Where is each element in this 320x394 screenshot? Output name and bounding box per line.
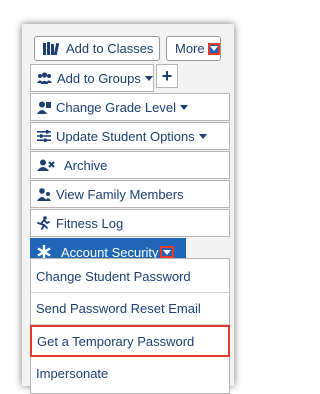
- family-icon: [37, 187, 51, 201]
- send-password-reset-email-item[interactable]: Send Password Reset Email: [31, 293, 229, 325]
- update-student-options-label: Update Student Options: [56, 128, 195, 144]
- chevron-down-icon[interactable]: [159, 246, 174, 258]
- more-button[interactable]: More: [166, 36, 221, 61]
- archive-button[interactable]: Archive: [30, 151, 230, 179]
- view-family-members-label: View Family Members: [56, 186, 184, 202]
- fitness-log-label: Fitness Log: [56, 215, 124, 231]
- caret-down-icon: [179, 104, 188, 110]
- get-temporary-password-item[interactable]: Get a Temporary Password: [30, 325, 230, 357]
- add-to-classes-label: Add to Classes: [66, 41, 154, 56]
- add-to-groups-label: Add to Groups: [57, 70, 141, 86]
- actions-menu: Add to Groups Change Grade Level Update …: [30, 64, 230, 267]
- view-family-members-button[interactable]: View Family Members: [30, 180, 230, 208]
- add-to-classes-button[interactable]: Add to Classes: [34, 36, 160, 61]
- chevron-down-icon[interactable]: [207, 42, 220, 55]
- caret-down-icon: [144, 75, 153, 81]
- add-to-groups-button[interactable]: Add to Groups: [30, 64, 154, 92]
- fitness-log-button[interactable]: Fitness Log: [30, 209, 230, 237]
- running-icon: [37, 216, 51, 230]
- user-x-icon: [37, 159, 55, 171]
- caret-down-icon: [198, 133, 207, 139]
- more-label: More: [175, 41, 205, 56]
- person-card-icon: [37, 101, 51, 114]
- asterisk-icon: [37, 245, 51, 259]
- impersonate-item[interactable]: Impersonate: [31, 357, 229, 389]
- account-security-submenu: Change Student Password Send Password Re…: [30, 258, 230, 394]
- change-student-password-item[interactable]: Change Student Password: [31, 261, 229, 293]
- top-button-row: Add to Classes More: [34, 36, 221, 61]
- archive-label: Archive: [64, 157, 108, 173]
- users-icon: [37, 72, 52, 84]
- update-student-options-button[interactable]: Update Student Options: [30, 122, 230, 150]
- change-grade-level-button[interactable]: Change Grade Level: [30, 93, 230, 121]
- sliders-icon: [37, 130, 51, 142]
- classes-books-icon: [42, 41, 60, 56]
- change-grade-level-label: Change Grade Level: [56, 99, 176, 115]
